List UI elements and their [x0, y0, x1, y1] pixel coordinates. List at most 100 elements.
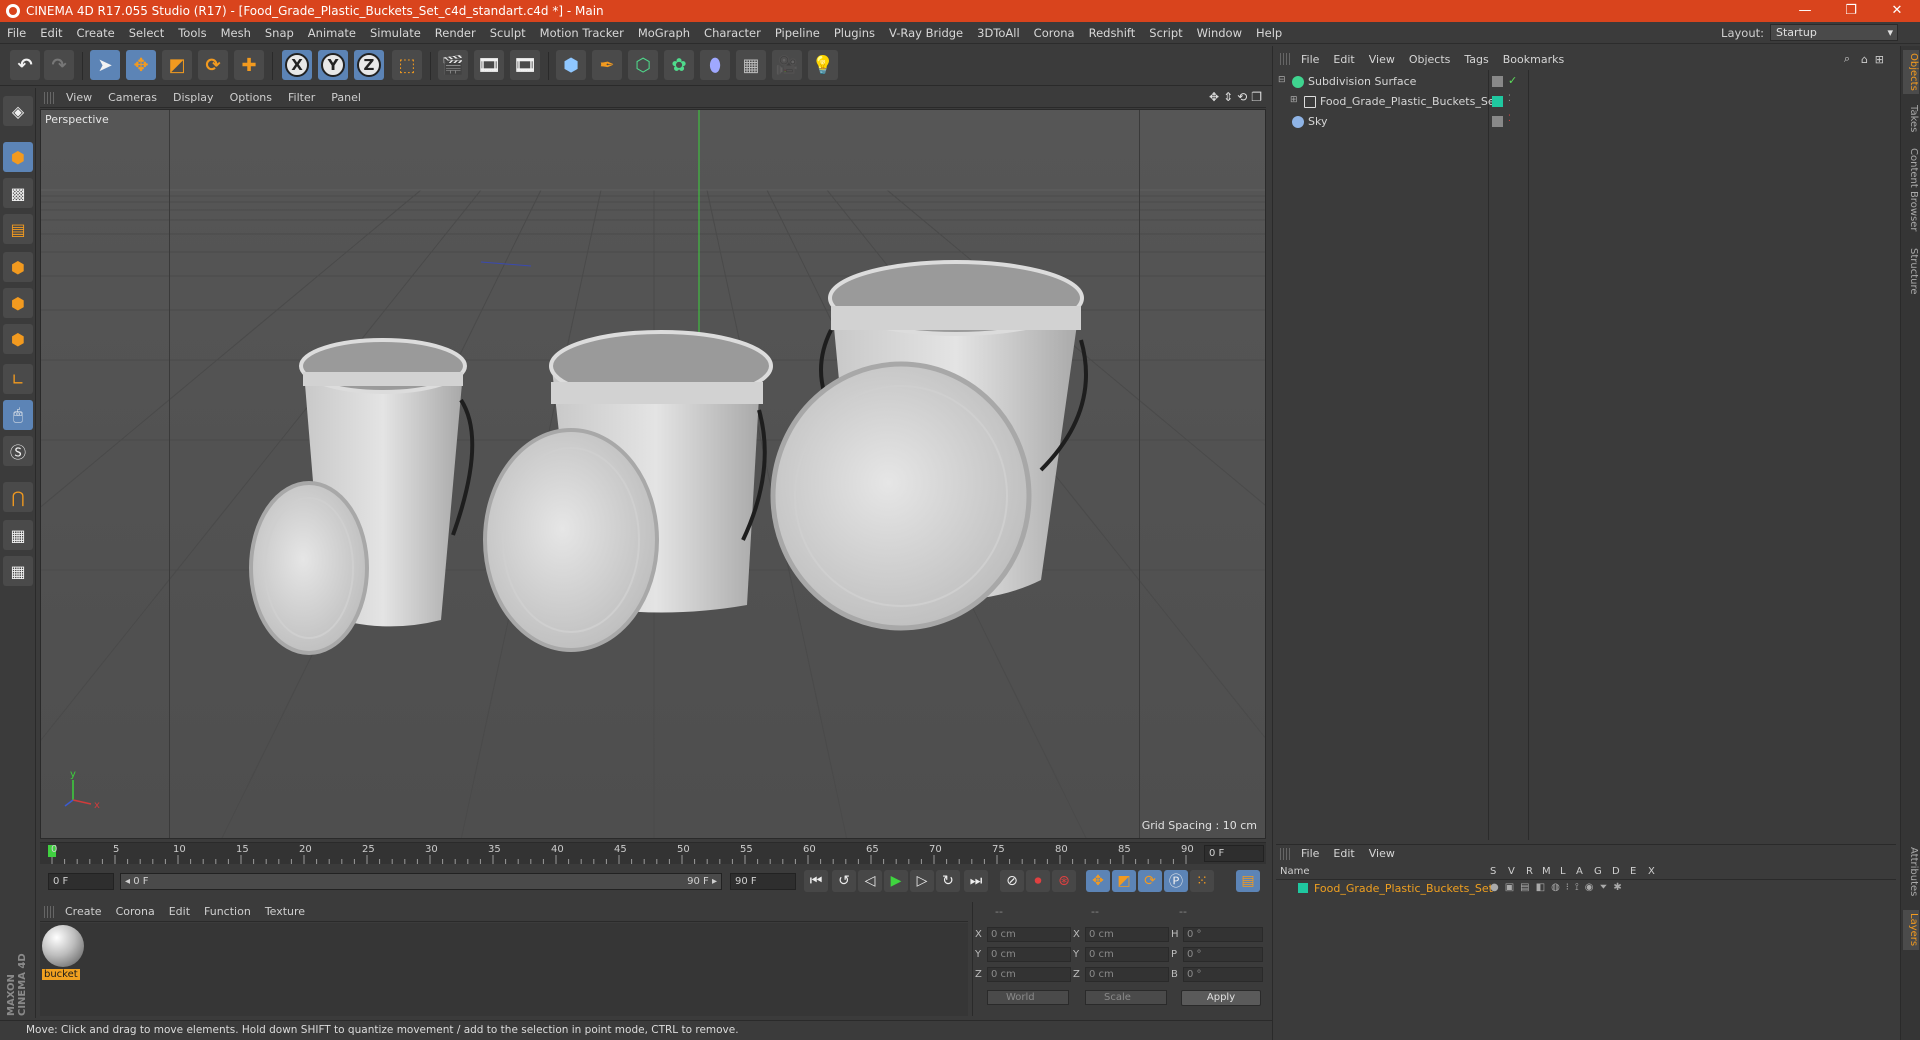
restore-button[interactable]: ❐ [1828, 0, 1874, 22]
lm-menu-view[interactable]: View [1362, 847, 1402, 860]
menu-snap[interactable]: Snap [258, 26, 301, 40]
material-menu-corona[interactable]: Corona [109, 905, 162, 918]
menu-edit[interactable]: Edit [33, 26, 69, 40]
om-menu-bookmarks[interactable]: Bookmarks [1496, 53, 1571, 66]
menu-script[interactable]: Script [1142, 26, 1189, 40]
scale-tool-button[interactable]: ◩ [162, 50, 192, 80]
zoom-icon[interactable]: ⇕ [1223, 90, 1233, 104]
edit-render-settings-button[interactable]: 🎞 [510, 50, 540, 80]
planar-workplane-button[interactable]: ▦ [3, 556, 33, 586]
current-frame-field[interactable]: 0 F [1204, 845, 1264, 862]
deformer-button[interactable]: ⬮ [700, 50, 730, 80]
viewport-menu-filter[interactable]: Filter [280, 91, 323, 104]
polygons-mode-button[interactable]: ⬢ [3, 324, 33, 354]
menu-render[interactable]: Render [428, 26, 483, 40]
render-to-picture-viewer-button[interactable]: 🎞 [474, 50, 504, 80]
material-menu-create[interactable]: Create [58, 905, 109, 918]
texture-mode-button[interactable]: ▩ [3, 178, 33, 208]
menu-sculpt[interactable]: Sculpt [483, 26, 533, 40]
go-to-end-button[interactable]: ⏭ [964, 870, 988, 892]
previous-key-button[interactable]: ↺ [832, 870, 856, 892]
lm-menu-file[interactable]: File [1294, 847, 1326, 860]
menu-plugins[interactable]: Plugins [827, 26, 882, 40]
menu-mograph[interactable]: MoGraph [631, 26, 697, 40]
undo-button[interactable]: ↶ [10, 50, 40, 80]
snap-button[interactable]: ⋂ [3, 482, 33, 512]
menu-file[interactable]: File [0, 26, 33, 40]
lm-menu-edit[interactable]: Edit [1326, 847, 1361, 860]
workplane-mode-button[interactable]: ▤ [3, 214, 33, 244]
next-key-button[interactable]: ↻ [936, 870, 960, 892]
material-name-label[interactable]: bucket [42, 969, 80, 980]
menu-tools[interactable]: Tools [171, 26, 213, 40]
z-axis-lock-button[interactable]: Z [354, 50, 384, 80]
om-menu-edit[interactable]: Edit [1326, 53, 1361, 66]
menu-window[interactable]: Window [1190, 26, 1249, 40]
rotate-tool-button[interactable]: ⟳ [198, 50, 228, 80]
material-menu-function[interactable]: Function [197, 905, 258, 918]
om-menu-tags[interactable]: Tags [1457, 53, 1495, 66]
subdivision-surface-button[interactable]: ⬡ [628, 50, 658, 80]
menu-vray-bridge[interactable]: V-Ray Bridge [882, 26, 970, 40]
x-axis-lock-button[interactable]: X [282, 50, 312, 80]
search-icon[interactable]: ⌕ [1844, 52, 1850, 66]
menu-3dtoall[interactable]: 3DToAll [970, 26, 1027, 40]
material-menu-texture[interactable]: Texture [258, 905, 312, 918]
pan-icon[interactable]: ✥ [1209, 90, 1219, 104]
visibility-dots-icon[interactable]: ⁚ [1508, 94, 1511, 104]
menu-redshift[interactable]: Redshift [1082, 26, 1143, 40]
layer-color-swatch[interactable] [1298, 883, 1308, 893]
tab-structure[interactable]: Structure [1903, 244, 1919, 298]
tab-takes[interactable]: Takes [1903, 102, 1919, 136]
material-menu-edit[interactable]: Edit [162, 905, 197, 918]
go-to-start-button[interactable]: ⏮ [804, 870, 828, 892]
tweak-mode-button[interactable]: 🖱 [3, 400, 33, 430]
size-mode-select[interactable]: Scale [1085, 990, 1167, 1005]
move-tool-button[interactable]: ✥ [126, 50, 156, 80]
object-row-subdivision-surface[interactable]: ⊟ Subdivision Surface ✓ [1276, 72, 1896, 92]
enabled-check-icon[interactable]: ✓ [1508, 74, 1517, 87]
live-selection-button[interactable]: ➤ [90, 50, 120, 80]
edges-mode-button[interactable]: ⬢ [3, 288, 33, 318]
menu-mesh[interactable]: Mesh [214, 26, 258, 40]
cloner-button[interactable]: ✿ [664, 50, 694, 80]
size-y-field[interactable]: 0 cm [1085, 947, 1169, 962]
autokey-button[interactable]: ⊛ [1052, 870, 1076, 892]
size-x-field[interactable]: 0 cm [1085, 927, 1169, 942]
coordinate-space-select[interactable]: World [987, 990, 1069, 1005]
coordinate-system-button[interactable]: ⬚ [392, 50, 422, 80]
record-button[interactable]: ⏺ [1026, 870, 1050, 892]
viewport-menu-cameras[interactable]: Cameras [100, 91, 165, 104]
perspective-viewport[interactable]: y x Perspective Grid Spacing : 10 cm [40, 109, 1266, 839]
size-z-field[interactable]: 0 cm [1085, 967, 1169, 982]
menu-select[interactable]: Select [122, 26, 171, 40]
editor-visibility-icon[interactable] [1492, 116, 1503, 127]
solo-button[interactable]: Ⓢ [3, 436, 33, 466]
key-rotation-button[interactable]: ⟳ [1138, 870, 1162, 892]
editor-visibility-icon[interactable] [1492, 76, 1503, 87]
maximize-view-icon[interactable]: ❐ [1251, 90, 1262, 104]
floor-button[interactable]: ▦ [736, 50, 766, 80]
light-button[interactable]: 💡 [808, 50, 838, 80]
apply-button[interactable]: Apply [1181, 990, 1261, 1006]
tab-objects[interactable]: Objects [1903, 50, 1919, 94]
model-mode-button[interactable]: ⬢ [3, 142, 33, 172]
position-y-field[interactable]: 0 cm [987, 947, 1071, 962]
viewport-menu-view[interactable]: View [58, 91, 100, 104]
rotation-h-field[interactable]: 0 ° [1183, 927, 1263, 942]
tab-content-browser[interactable]: Content Browser [1903, 144, 1919, 236]
layer-color-tag[interactable] [1492, 96, 1503, 107]
menu-motion-tracker[interactable]: Motion Tracker [533, 26, 631, 40]
key-parameter-button[interactable]: Ⓟ [1164, 870, 1188, 892]
viewport-menu-display[interactable]: Display [165, 91, 222, 104]
start-frame-field[interactable]: 0 F [48, 873, 114, 890]
om-menu-file[interactable]: File [1294, 53, 1326, 66]
om-menu-objects[interactable]: Objects [1402, 53, 1458, 66]
cube-primitive-button[interactable]: ⬢ [556, 50, 586, 80]
menu-create[interactable]: Create [70, 26, 122, 40]
camera-button[interactable]: 🎥 [772, 50, 802, 80]
keyframe-selection-button[interactable]: ⊘ [1000, 870, 1024, 892]
om-menu-view[interactable]: View [1362, 53, 1402, 66]
menu-animate[interactable]: Animate [301, 26, 363, 40]
key-position-button[interactable]: ✥ [1086, 870, 1110, 892]
